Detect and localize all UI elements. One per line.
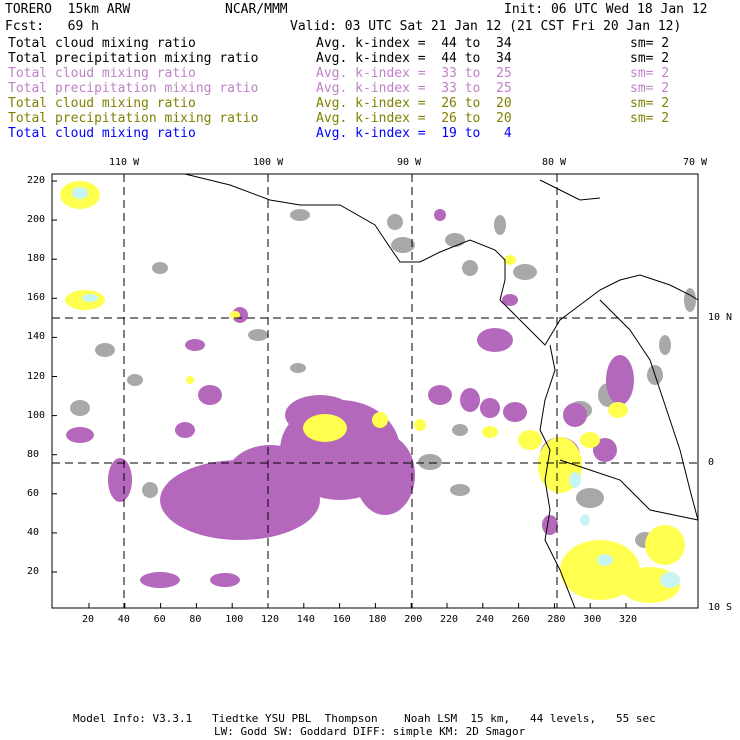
purple-cloud-area — [108, 458, 132, 502]
gray-cloud-area — [95, 343, 115, 357]
purple-cloud-area — [66, 427, 94, 443]
purple-cloud-area — [460, 388, 480, 412]
cyan-cloud-area — [580, 514, 590, 526]
y-tick-label: 120 — [27, 370, 46, 382]
lat-label: 10 N — [708, 312, 733, 323]
gray-cloud-area — [450, 484, 470, 496]
yellow-cloud-area — [608, 402, 628, 418]
x-tick-label: 220 — [440, 614, 459, 625]
purple-cloud-area — [480, 398, 500, 418]
x-tick-label: 320 — [619, 614, 638, 625]
yellow-cloud-area — [645, 525, 685, 565]
gray-cloud-area — [142, 482, 158, 498]
cyan-cloud-area — [660, 572, 680, 588]
x-tick-label: 120 — [261, 614, 280, 625]
yellow-cloud-area — [482, 426, 498, 438]
x-tick-label: 140 — [296, 614, 315, 625]
purple-cloud-area — [185, 339, 205, 351]
purple-cloud-area — [198, 385, 222, 405]
map-plot — [51, 173, 699, 609]
x-tick-label: 40 — [117, 614, 130, 625]
yellow-cloud-area — [518, 430, 542, 450]
y-tick-label: 80 — [27, 448, 40, 460]
y-tick-label: 40 — [27, 526, 40, 538]
purple-cloud-area — [210, 573, 240, 587]
purple-cloud-area — [428, 385, 452, 405]
gray-cloud-area — [684, 288, 696, 312]
gray-cloud-area — [290, 209, 310, 221]
lon-label: 80 W — [542, 157, 567, 168]
footer-model-info: Model Info: V3.3.1 Tiedtke YSU PBL Thomp… — [73, 712, 656, 725]
y-tick-label: 160 — [27, 292, 46, 304]
x-tick-label: 180 — [368, 614, 387, 625]
x-tick-label: 80 — [189, 614, 202, 625]
yellow-cloud-area — [504, 255, 516, 265]
yellow-cloud-area — [186, 376, 194, 384]
coastline — [539, 179, 601, 201]
lon-label: 70 W — [683, 157, 708, 168]
gray-cloud-area — [452, 424, 468, 436]
purple-cloud-area — [140, 572, 180, 588]
purple-cloud-area — [225, 445, 315, 515]
gray-cloud-area — [494, 215, 506, 235]
cyan-cloud-area — [72, 187, 88, 199]
y-tick-label: 60 — [27, 487, 40, 499]
yellow-cloud-area — [372, 412, 388, 428]
x-tick-label: 20 — [82, 614, 95, 625]
y-tick-label: 180 — [27, 253, 46, 265]
purple-cloud-area — [477, 328, 513, 352]
gray-cloud-area — [513, 264, 537, 280]
yellow-cloud-area — [303, 414, 347, 442]
gray-cloud-area — [70, 400, 90, 416]
purple-cloud-area — [563, 403, 587, 427]
y-tick-label: 20 — [27, 566, 40, 577]
y-tick-label: 200 — [27, 214, 46, 226]
lat-label: 0 — [708, 457, 715, 468]
gray-cloud-area — [290, 363, 306, 373]
gray-cloud-area — [248, 329, 268, 341]
yellow-cloud-area — [580, 432, 600, 448]
yellow-cloud-area — [414, 419, 426, 431]
y-tick-label: 220 — [27, 175, 46, 186]
gray-cloud-area — [391, 237, 415, 253]
lat-label: 10 S — [708, 602, 733, 613]
cyan-cloud-area — [82, 294, 98, 302]
purple-cloud-area — [355, 435, 415, 515]
gray-cloud-area — [462, 260, 478, 276]
y-tick-label: 100 — [27, 409, 46, 421]
gray-cloud-area — [445, 233, 465, 247]
purple-cloud-area — [503, 402, 527, 422]
gray-cloud-area — [659, 335, 671, 355]
x-tick-label: 300 — [583, 614, 602, 625]
purple-cloud-area — [175, 422, 195, 438]
lon-label: 110 W — [109, 157, 140, 168]
y-tick-label: 140 — [27, 331, 46, 343]
x-tick-label: 280 — [547, 614, 566, 625]
gray-cloud-area — [387, 214, 403, 230]
gray-cloud-area — [418, 454, 442, 470]
x-tick-label: 260 — [511, 614, 530, 625]
coastline — [184, 173, 699, 346]
purple-cloud-area — [606, 355, 634, 405]
x-tick-label: 200 — [404, 614, 423, 625]
x-tick-label: 160 — [332, 614, 351, 625]
gray-cloud-area — [152, 262, 168, 274]
purple-cloud-area — [542, 515, 558, 535]
x-tick-label: 100 — [225, 614, 244, 625]
gray-cloud-area — [127, 374, 143, 386]
cyan-cloud-area — [569, 472, 581, 488]
cyan-cloud-area — [597, 554, 613, 566]
purple-cloud-area — [434, 209, 446, 221]
x-tick-label: 240 — [475, 614, 494, 625]
footer-physics: LW: Godd SW: Goddard DIFF: simple KM: 2D… — [214, 725, 526, 738]
gray-cloud-area — [576, 488, 604, 508]
lon-label: 90 W — [397, 157, 422, 168]
x-tick-label: 60 — [153, 614, 166, 625]
lon-label: 100 W — [253, 157, 284, 168]
